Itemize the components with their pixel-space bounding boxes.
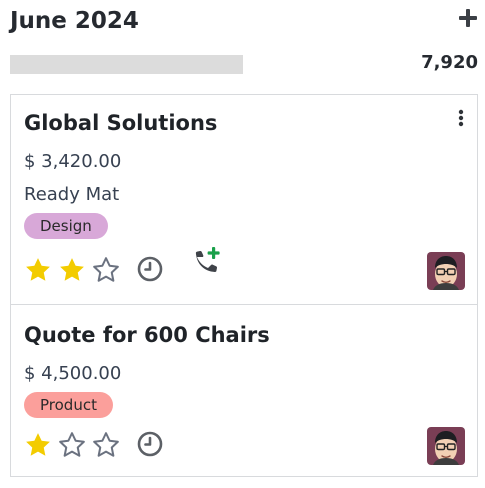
kanban-card[interactable]: Quote for 600 Chairs $ 4,500.00 Product <box>10 304 478 477</box>
clock-icon[interactable] <box>136 430 164 458</box>
star-filled-icon[interactable] <box>56 255 88 285</box>
user-avatar-icon <box>427 427 465 465</box>
card-company: Ready Mat <box>24 184 120 205</box>
tag-badge: Product <box>24 392 113 418</box>
priority-stars <box>22 430 122 460</box>
card-title: Global Solutions <box>24 111 218 135</box>
card-title: Quote for 600 Chairs <box>24 323 270 347</box>
card-amount: $ 3,420.00 <box>24 151 122 172</box>
star-empty-icon[interactable] <box>56 430 88 460</box>
plus-icon[interactable] <box>458 8 478 28</box>
star-filled-icon[interactable] <box>22 430 54 460</box>
column-title: June 2024 <box>10 8 139 34</box>
star-empty-icon[interactable] <box>90 430 122 460</box>
card-amount: $ 4,500.00 <box>24 363 122 384</box>
priority-stars <box>22 255 122 285</box>
column-header: June 2024 <box>10 6 480 40</box>
avatar[interactable] <box>427 427 465 465</box>
column-progress-bar[interactable] <box>10 55 243 74</box>
star-empty-icon[interactable] <box>90 255 122 285</box>
tag-badge: Design <box>24 213 108 239</box>
kanban-card[interactable]: Global Solutions $ 3,420.00 Ready Mat De… <box>10 94 478 305</box>
star-filled-icon[interactable] <box>22 255 54 285</box>
user-avatar-icon <box>427 252 465 290</box>
phone-plus-icon[interactable] <box>191 245 223 277</box>
clock-icon[interactable] <box>136 255 164 283</box>
kanban-column: June 2024 7,920 Global Solutions $ 3,420… <box>0 0 485 488</box>
column-total: 7,920 <box>421 52 478 73</box>
kebab-menu-icon[interactable] <box>457 109 465 127</box>
avatar[interactable] <box>427 252 465 290</box>
